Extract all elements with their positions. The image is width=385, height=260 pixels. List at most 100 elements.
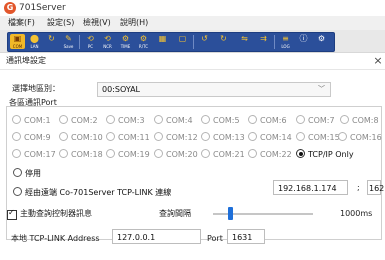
ports-group: [6, 106, 382, 240]
port-option-com6[interactable]: COM:6: [248, 115, 287, 125]
port-option-com10[interactable]: COM:10: [59, 132, 103, 142]
menu-help[interactable]: 說明(H): [120, 17, 148, 29]
info-icon: ⓘ: [299, 34, 308, 43]
save-button[interactable]: ✎ Save: [61, 34, 76, 49]
radio-icon: [201, 132, 210, 141]
relay-port-input[interactable]: 1621: [367, 180, 385, 195]
port-option-com20[interactable]: COM:20: [154, 149, 198, 159]
port-label: COM:18: [71, 150, 103, 159]
close-icon[interactable]: ×: [372, 54, 384, 68]
port-label: COM:20: [166, 150, 198, 159]
port-option-com19[interactable]: COM:19: [106, 149, 150, 159]
port-option-com1[interactable]: COM:1: [12, 115, 51, 125]
area-select[interactable]: 00:SOYAL ﹀: [97, 82, 331, 97]
menu-file[interactable]: 檔案(F): [8, 17, 35, 29]
pc-icon: ⟲: [87, 34, 94, 43]
port-option-com13[interactable]: COM:13: [201, 132, 245, 142]
port-label: COM:1: [24, 116, 51, 125]
port-option-com8[interactable]: COM:8: [340, 115, 379, 125]
toolbar-buttons: ▣ COM ⬤ LAN ↻ ✎ Save ⟲ PC ⟲ NCR ⚙ TIME ⚙ R/TC ▦…: [7, 32, 335, 52]
rtc-icon: ⚙: [139, 34, 148, 43]
com-label: COM: [12, 44, 23, 49]
port-option-com21[interactable]: COM:21: [201, 149, 245, 159]
window-title: 701Server: [19, 3, 66, 13]
port-option-com16[interactable]: COM:16: [338, 132, 382, 142]
radio-icon: [248, 149, 257, 158]
port-label: COM:21: [213, 150, 245, 159]
port-option-com12[interactable]: COM:12: [154, 132, 198, 142]
settings-button[interactable]: ⚙: [314, 34, 329, 49]
local-address-label: 本地 TCP-LINK Address: [11, 234, 100, 243]
port-option-com5[interactable]: COM:5: [201, 115, 240, 125]
lan-label: LAN: [30, 44, 39, 49]
loop-icon: ↻: [48, 34, 55, 43]
radio-icon: [106, 132, 115, 141]
lock-icon: ⇉: [260, 34, 267, 43]
radio-icon: [296, 115, 305, 124]
lock-button[interactable]: ⇉: [256, 34, 271, 49]
menu-settings[interactable]: 設定(S): [47, 17, 74, 29]
port-label: COM:15: [308, 133, 340, 142]
port-option-com18[interactable]: COM:18: [59, 149, 103, 159]
radio-icon: [106, 149, 115, 158]
port-option-com9[interactable]: COM:9: [12, 132, 51, 142]
com-button[interactable]: ▣ COM: [10, 34, 25, 49]
port-option-com11[interactable]: COM:11: [106, 132, 150, 142]
port-label: COM:12: [166, 133, 198, 142]
radio-icon: [154, 132, 163, 141]
port-label: COM:14: [260, 133, 292, 142]
settings-icon: ⚙: [317, 34, 326, 43]
time-label: TIME: [120, 44, 131, 49]
link1-button[interactable]: ↺: [197, 34, 212, 49]
local-port-label: Port: [207, 234, 223, 243]
relay-ip-input[interactable]: 192.168.1.174: [273, 180, 348, 195]
menu-view[interactable]: 檢視(V): [83, 17, 111, 29]
radio-icon: [340, 115, 349, 124]
port-option-com22[interactable]: COM:22: [248, 149, 292, 159]
port-option-com2[interactable]: COM:2: [59, 115, 98, 125]
port-option-com3[interactable]: COM:3: [106, 115, 145, 125]
radio-icon: [12, 115, 21, 124]
toolbar: ▣ COM ⬤ LAN ↻ ✎ Save ⟲ PC ⟲ NCR ⚙ TIME ⚙ R/TC ▦…: [0, 30, 385, 53]
port-option-com4[interactable]: COM:4: [154, 115, 193, 125]
local-ip-input[interactable]: 127.0.0.1: [112, 229, 201, 244]
port-label: COM:9: [24, 133, 51, 142]
plug-icon: ⇋: [241, 34, 248, 43]
plug-button[interactable]: ⇋: [237, 34, 252, 49]
radio-icon: [12, 149, 21, 158]
rtc-button[interactable]: ⚙ R/TC: [136, 34, 151, 49]
ncr-button[interactable]: ⟲ NCR: [100, 34, 115, 49]
local-port-input[interactable]: 1631: [227, 229, 265, 244]
time-button[interactable]: ⚙ TIME: [118, 34, 133, 49]
port-option-com7[interactable]: COM:7: [296, 115, 335, 125]
save-label: Save: [63, 44, 74, 49]
loop-button[interactable]: ↻: [44, 34, 59, 49]
port-option-tcp-only[interactable]: TCP/IP Only: [296, 149, 354, 159]
log-button[interactable]: ≡ LOG: [278, 34, 293, 49]
area-label: 選擇地區別：: [12, 84, 60, 93]
port-label: COM:17: [24, 150, 56, 159]
toolbar-separator: [274, 35, 275, 49]
port-option-com15[interactable]: COM:15: [296, 132, 340, 142]
window-button[interactable]: ▢: [175, 34, 190, 49]
pc-button[interactable]: ⟲ PC: [83, 34, 98, 49]
info-button[interactable]: ⓘ: [296, 34, 311, 49]
port-option-com17[interactable]: COM:17: [12, 149, 56, 159]
toolbar-separator: [79, 35, 80, 49]
disable-option[interactable]: 停用: [13, 168, 41, 178]
radio-icon: [12, 132, 21, 141]
relay-option[interactable]: 經由遠端 Co-701Server TCP-LINK 連線: [13, 187, 171, 197]
relay-separator: ;: [357, 183, 360, 192]
radio-icon: [154, 115, 163, 124]
auto-poll-checkbox[interactable]: [7, 208, 17, 220]
port-option-com14[interactable]: COM:14: [248, 132, 292, 142]
display-button[interactable]: ▦: [155, 34, 170, 49]
link2-button[interactable]: ↻: [216, 34, 231, 49]
port-label: COM:19: [118, 150, 150, 159]
menu-bar: 檔案(F) 設定(S) 檢視(V) 說明(H): [0, 16, 385, 30]
chevron-down-icon: ﹀: [318, 85, 325, 93]
radio-icon: [106, 115, 115, 124]
time-icon: ⚙: [121, 34, 130, 43]
poll-interval-slider-thumb[interactable]: [227, 207, 233, 220]
lan-button[interactable]: ⬤ LAN: [27, 34, 42, 49]
